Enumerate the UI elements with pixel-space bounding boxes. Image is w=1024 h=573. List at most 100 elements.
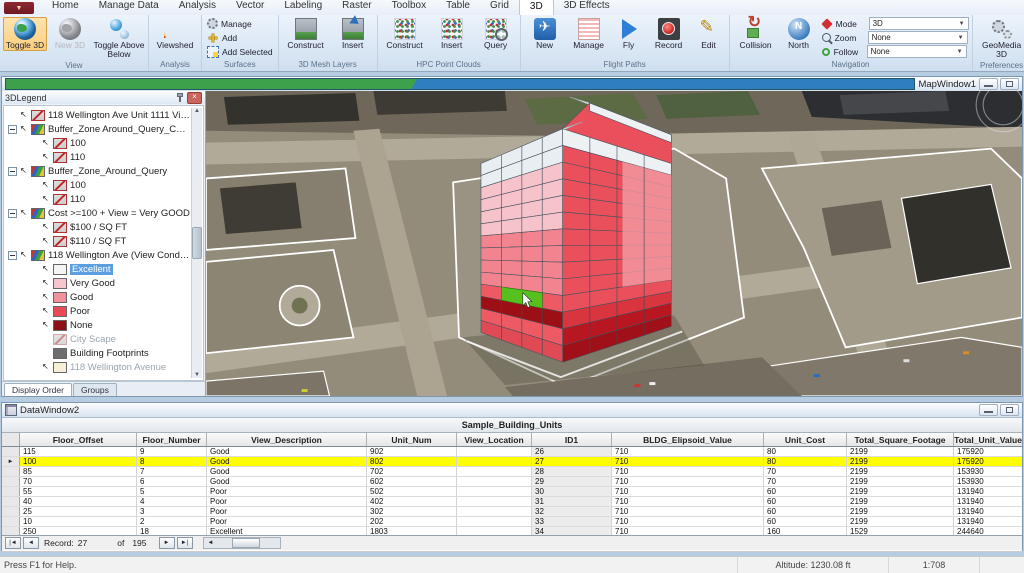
scroll-down-icon[interactable]: ▼	[194, 372, 200, 378]
horizontal-scrollbar[interactable]: ◄	[203, 537, 281, 549]
zoom-select[interactable]: None▼	[868, 31, 968, 44]
ribbon-tab[interactable]: Toolbox	[382, 0, 436, 14]
column-header-total-square-footage[interactable]: Total_Square_Footage	[847, 433, 954, 446]
mesh-construct-button[interactable]: Construct	[282, 17, 330, 51]
column-header-view-description[interactable]: View_Description	[207, 433, 367, 446]
column-header-unit-cost[interactable]: Unit_Cost	[764, 433, 847, 446]
maximize-button[interactable]	[1000, 78, 1019, 90]
row-selector[interactable]	[2, 487, 20, 496]
tree-expand-toggle[interactable]	[8, 209, 17, 218]
legend-item[interactable]: 100	[6, 136, 191, 150]
row-selector[interactable]	[2, 497, 20, 506]
scroll-left-icon[interactable]: ◄	[204, 538, 218, 548]
row-selector[interactable]: ►	[2, 457, 20, 466]
minimize-button[interactable]	[979, 404, 998, 416]
column-header-unit-num[interactable]: Unit_Num	[367, 433, 457, 446]
table-row[interactable]: 55 5 Poor 502 30 710 60 2199 131940	[2, 487, 1022, 497]
table-row[interactable]: 40 4 Poor 402 31 710 60 2199 131940	[2, 497, 1022, 507]
next-record-button[interactable]: ►	[159, 537, 175, 549]
application-menu-button[interactable]: ▼	[4, 2, 34, 14]
previous-record-button[interactable]: ◄	[23, 537, 39, 549]
surfaces-manage-button[interactable]: Manage	[205, 17, 275, 30]
ribbon-tab[interactable]: 3D	[519, 0, 554, 15]
legend-tab[interactable]: Display Order	[4, 383, 72, 396]
legend-item[interactable]: Cost >=100 + View = Very GOOD	[6, 206, 191, 220]
column-header-total-unit-value[interactable]: Total_Unit_Value	[954, 433, 1022, 446]
hpc-insert-button[interactable]: Insert	[431, 17, 473, 51]
table-row[interactable]: 85 7 Good 702 28 710 70 2199 153930	[2, 467, 1022, 477]
follow-select[interactable]: None▼	[867, 45, 967, 58]
legend-item[interactable]: Excellent	[6, 262, 191, 276]
minimize-button[interactable]	[979, 78, 998, 90]
ribbon-tab[interactable]: Analysis	[169, 0, 226, 14]
column-header-view-location[interactable]: View_Location	[457, 433, 532, 446]
legend-item[interactable]: $110 / SQ FT	[6, 234, 191, 248]
collision-button[interactable]: Collision	[733, 17, 779, 51]
flight-new-button[interactable]: New	[524, 17, 566, 51]
scroll-up-icon[interactable]: ▲	[194, 108, 200, 114]
row-selector[interactable]	[2, 477, 20, 486]
column-header-floor-number[interactable]: Floor_Number	[137, 433, 207, 446]
legend-item[interactable]: Very Good	[6, 276, 191, 290]
scrollbar-thumb[interactable]	[232, 538, 260, 548]
table-row[interactable]: 70 6 Good 602 29 710 70 2199 153930	[2, 477, 1022, 487]
row-selector[interactable]	[2, 507, 20, 516]
flight-manage-button[interactable]: Manage	[568, 17, 610, 51]
legend-item[interactable]: None	[6, 318, 191, 332]
legend-item[interactable]: Building Footprints	[6, 346, 191, 360]
first-record-button[interactable]: |◄	[5, 537, 21, 549]
pin-icon[interactable]	[176, 93, 184, 102]
hpc-construct-button[interactable]: Construct	[381, 17, 429, 51]
hpc-query-button[interactable]: Query	[475, 17, 517, 51]
legend-item[interactable]: 118 Wellington Avenue	[6, 360, 191, 374]
legend-item[interactable]: 110	[6, 150, 191, 164]
map-3d-view[interactable]	[206, 91, 1022, 396]
toggle-above-below-button[interactable]: Toggle Above Below	[93, 17, 145, 60]
ribbon-tab[interactable]: Labeling	[274, 0, 332, 14]
last-record-button[interactable]: ►|	[177, 537, 193, 549]
column-header-floor-offset[interactable]: Floor_Offset	[20, 433, 137, 446]
row-selector[interactable]	[2, 467, 20, 476]
legend-item[interactable]: Buffer_Zone_Around_Query	[6, 164, 191, 178]
legend-item[interactable]: City Scape	[6, 332, 191, 346]
row-selector[interactable]	[2, 447, 20, 456]
row-selector[interactable]	[2, 517, 20, 526]
tree-expand-toggle[interactable]	[8, 125, 17, 134]
table-row[interactable]: 25 3 Poor 302 32 710 60 2199 131940	[2, 507, 1022, 517]
flight-fly-button[interactable]: Fly	[612, 17, 646, 51]
scrollbar-thumb[interactable]	[192, 227, 202, 259]
tree-expand-toggle[interactable]	[8, 167, 17, 176]
data-window-titlebar[interactable]: DataWindow2	[2, 403, 1022, 418]
ribbon-tab[interactable]: 3D Effects	[554, 0, 620, 14]
surfaces-add-selected-button[interactable]: Add Selected	[205, 45, 275, 58]
ribbon-tab[interactable]: Vector	[226, 0, 274, 14]
flight-record-button[interactable]: Record	[648, 17, 690, 51]
legend-item[interactable]: $100 / SQ FT	[6, 220, 191, 234]
legend-item[interactable]: Poor	[6, 304, 191, 318]
geomedia-3d-preferences-button[interactable]: GeoMedia 3D	[976, 17, 1024, 60]
table-row[interactable]: 10 2 Poor 202 33 710 60 2199 131940	[2, 517, 1022, 527]
legend-tab[interactable]: Groups	[73, 383, 117, 396]
tree-expand-toggle[interactable]	[8, 251, 17, 260]
ribbon-tab[interactable]: Grid	[480, 0, 519, 14]
map-window-titlebar[interactable]: MapWindow1	[2, 77, 1022, 92]
legend-item[interactable]: Buffer_Zone Around_Query_COLOR	[6, 122, 191, 136]
legend-scrollbar[interactable]: ▲ ▼	[191, 108, 202, 378]
ribbon-tab[interactable]: Home	[42, 0, 89, 14]
ribbon-tab[interactable]: Manage Data	[89, 0, 169, 14]
new-3d-button[interactable]: New 3D	[49, 17, 91, 51]
legend-item[interactable]: 110	[6, 192, 191, 206]
flight-edit-button[interactable]: Edit	[692, 17, 726, 51]
mode-select[interactable]: 3D▼	[869, 17, 969, 30]
legend-item[interactable]: 118 Wellington Ave Unit 1111 View Point	[6, 108, 191, 122]
mesh-insert-button[interactable]: Insert	[332, 17, 374, 51]
column-header-bldg-elipsoid-value[interactable]: BLDG_Elipsoid_Value	[612, 433, 764, 446]
legend-item[interactable]: Good	[6, 290, 191, 304]
legend-item[interactable]: 100	[6, 178, 191, 192]
table-row[interactable]: 115 9 Good 902 26 710 80 2199 175920	[2, 447, 1022, 457]
column-header-id1[interactable]: ID1	[532, 433, 612, 446]
viewshed-button[interactable]: Viewshed	[152, 17, 198, 51]
ribbon-tab[interactable]: Raster	[332, 0, 381, 14]
toggle-3d-button[interactable]: Toggle 3D	[3, 17, 47, 51]
close-icon[interactable]: ×	[187, 92, 202, 104]
